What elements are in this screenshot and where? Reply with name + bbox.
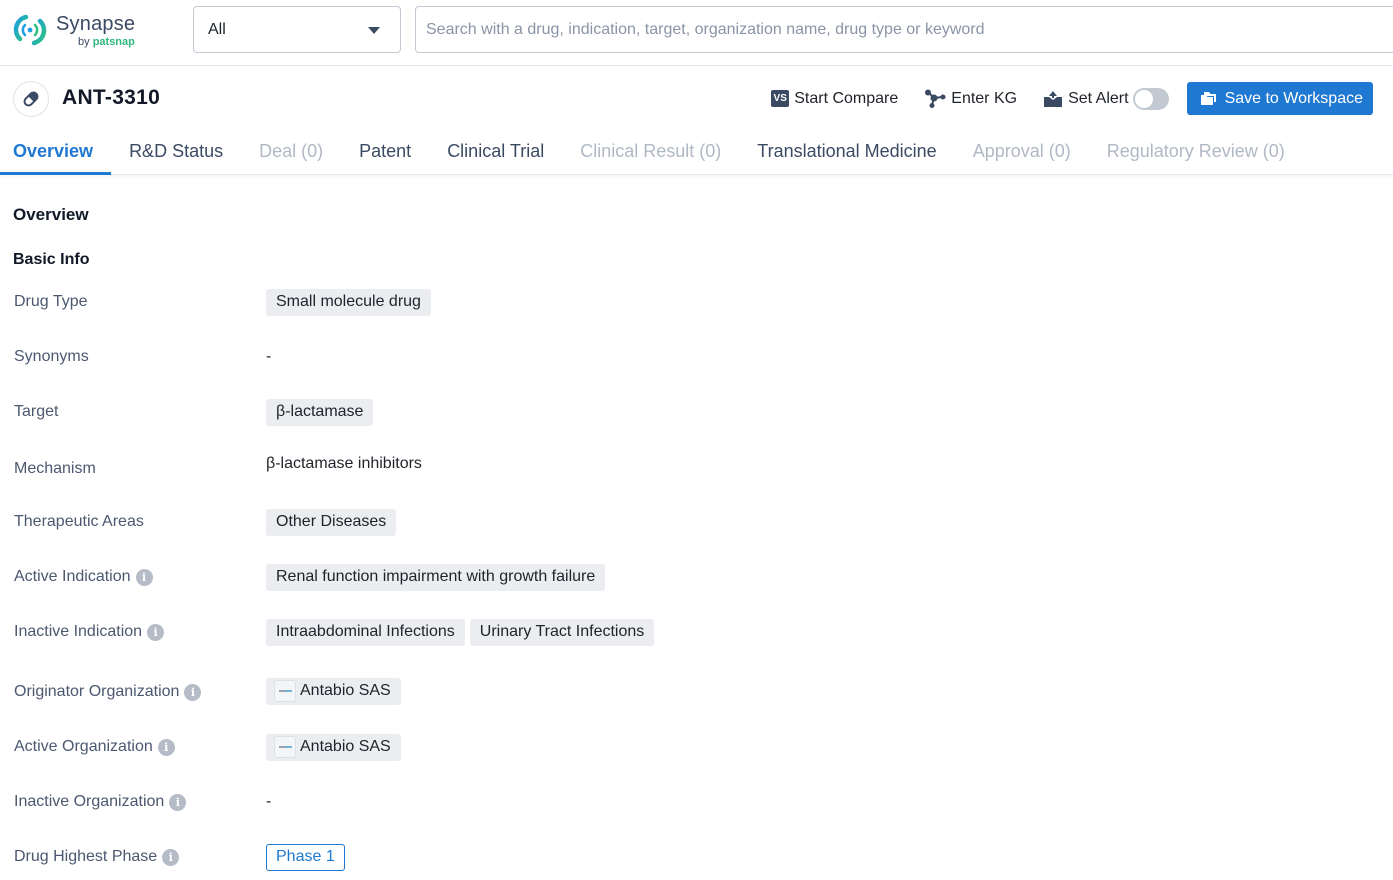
search-scope-value: All bbox=[208, 20, 226, 38]
field-label: Active Organization bbox=[14, 738, 153, 755]
field-drug-type: Drug Type Small molecule drug bbox=[0, 287, 1393, 317]
field-label-wrap: Inactive Indication i bbox=[14, 623, 165, 641]
tab-deal[interactable]: Deal (0) bbox=[241, 130, 341, 175]
tab-approval[interactable]: Approval (0) bbox=[955, 130, 1089, 175]
set-alert-toggle[interactable] bbox=[1132, 87, 1169, 110]
field-label: Active Indication bbox=[14, 568, 131, 585]
phase-badge[interactable]: Phase 1 bbox=[266, 843, 345, 871]
compare-vs-icon: VS bbox=[771, 90, 790, 107]
inactive-organization-value: - bbox=[266, 793, 272, 810]
info-icon[interactable]: i bbox=[135, 568, 153, 586]
info-icon[interactable]: i bbox=[147, 623, 165, 641]
organization-name: Antabio SAS bbox=[300, 738, 391, 755]
drug-title: ANT-3310 bbox=[62, 86, 161, 109]
field-inactive-indication: Inactive Indication i Intraabdominal Inf… bbox=[0, 617, 1393, 647]
synapse-logo-icon bbox=[13, 14, 47, 46]
organization-logo-icon bbox=[274, 680, 296, 702]
synonyms-value: - bbox=[266, 348, 272, 365]
field-label: Drug Highest Phase bbox=[14, 848, 158, 865]
field-therapeutic-areas: Therapeutic Areas Other Diseases bbox=[0, 507, 1393, 537]
alert-mail-icon bbox=[1043, 90, 1063, 108]
field-label: Inactive Indication bbox=[14, 623, 143, 640]
active-indication-chip[interactable]: Renal function impairment with growth fa… bbox=[266, 563, 606, 591]
field-active-organization: Active Organization i Antabio SAS bbox=[0, 732, 1393, 762]
tab-rd-status[interactable]: R&D Status bbox=[111, 130, 241, 175]
search-scope-select[interactable]: All bbox=[193, 6, 401, 53]
organization-chip[interactable]: Antabio SAS bbox=[266, 677, 401, 705]
set-alert-control: Set Alert bbox=[1043, 87, 1169, 110]
field-label: Therapeutic Areas bbox=[14, 513, 144, 530]
brand-byline: by patsnap bbox=[78, 36, 135, 48]
subsection-title: Basic Info bbox=[13, 251, 90, 268]
field-label-wrap: Inactive Organization i bbox=[14, 793, 187, 811]
save-to-workspace-label: Save to Workspace bbox=[1224, 89, 1363, 107]
field-label: Target bbox=[14, 403, 59, 420]
brand-by: by bbox=[78, 36, 90, 48]
tab-clinical-result[interactable]: Clinical Result (0) bbox=[562, 130, 739, 175]
brand-name: Synapse bbox=[56, 13, 136, 35]
organization-name: Antabio SAS bbox=[300, 682, 391, 699]
field-label-wrap: Active Organization i bbox=[14, 738, 175, 756]
organization-chip[interactable]: Antabio SAS bbox=[266, 733, 401, 761]
field-label-wrap: Originator Organization i bbox=[14, 683, 202, 701]
field-target: Target β-lactamase bbox=[0, 397, 1393, 427]
info-icon[interactable]: i bbox=[157, 738, 175, 756]
field-label: Inactive Organization bbox=[14, 793, 165, 810]
field-label: Drug Type bbox=[14, 293, 88, 310]
field-label-wrap: Active Indication i bbox=[14, 568, 153, 586]
inactive-indication-chip[interactable]: Intraabdominal Infections bbox=[266, 618, 465, 646]
caret-down-icon bbox=[368, 27, 380, 34]
top-bar: Synapse by patsnap All bbox=[0, 0, 1393, 66]
field-inactive-organization: Inactive Organization i - bbox=[0, 787, 1393, 817]
target-chip[interactable]: β-lactamase bbox=[266, 398, 374, 426]
tab-clinical-trial[interactable]: Clinical Trial bbox=[429, 130, 562, 175]
info-icon[interactable]: i bbox=[162, 848, 180, 866]
start-compare-label: Start Compare bbox=[794, 89, 899, 107]
tab-patent[interactable]: Patent bbox=[341, 130, 429, 175]
pill-icon bbox=[13, 81, 49, 117]
tab-regulatory-review[interactable]: Regulatory Review (0) bbox=[1089, 130, 1303, 175]
synapse-logo[interactable]: Synapse by patsnap bbox=[12, 12, 136, 48]
drug-tabs: Overview R&D Status Deal (0) Patent Clin… bbox=[0, 130, 1393, 175]
info-icon[interactable]: i bbox=[184, 683, 202, 701]
field-label: Synonyms bbox=[14, 348, 89, 365]
enter-kg-label: Enter KG bbox=[951, 89, 1018, 107]
save-to-workspace-button[interactable]: Save to Workspace bbox=[1186, 82, 1373, 115]
drug-type-chip[interactable]: Small molecule drug bbox=[266, 288, 431, 316]
field-drug-highest-phase: Drug Highest Phase i Phase 1 bbox=[0, 842, 1393, 872]
brand-company: patsnap bbox=[92, 36, 135, 48]
field-active-indication: Active Indication i Renal function impai… bbox=[0, 562, 1393, 592]
mechanism-value: β-lactamase inhibitors bbox=[266, 455, 422, 472]
folder-icon bbox=[1200, 91, 1217, 106]
field-label: Mechanism bbox=[14, 460, 96, 477]
tab-translational-medicine[interactable]: Translational Medicine bbox=[739, 130, 954, 175]
field-originator-organization: Originator Organization i Antabio SAS bbox=[0, 676, 1393, 706]
section-title: Overview bbox=[13, 205, 89, 224]
tab-overview[interactable]: Overview bbox=[0, 130, 112, 175]
field-synonyms: Synonyms - bbox=[0, 342, 1393, 372]
organization-logo-icon bbox=[274, 736, 296, 758]
drug-header: ANT-3310 VS Start Compare Enter KG Set A… bbox=[0, 67, 1393, 129]
field-label-wrap: Drug Highest Phase i bbox=[14, 848, 180, 866]
start-compare-button[interactable]: VS Start Compare bbox=[771, 90, 898, 108]
knowledge-graph-icon bbox=[924, 89, 946, 109]
enter-kg-button[interactable]: Enter KG bbox=[924, 89, 1017, 109]
inactive-indication-chip[interactable]: Urinary Tract Infections bbox=[469, 618, 655, 646]
set-alert-label: Set Alert bbox=[1068, 89, 1129, 107]
search-input[interactable] bbox=[416, 7, 1393, 52]
field-mechanism: Mechanism β-lactamase inhibitors bbox=[0, 449, 1393, 479]
field-label: Originator Organization bbox=[14, 683, 180, 700]
info-icon[interactable]: i bbox=[169, 793, 187, 811]
drug-actions: VS Start Compare Enter KG Set Alert Save… bbox=[771, 82, 1373, 115]
toggle-knob bbox=[1134, 89, 1153, 108]
therapeutic-area-chip[interactable]: Other Diseases bbox=[266, 508, 397, 536]
search-box[interactable] bbox=[415, 6, 1393, 53]
